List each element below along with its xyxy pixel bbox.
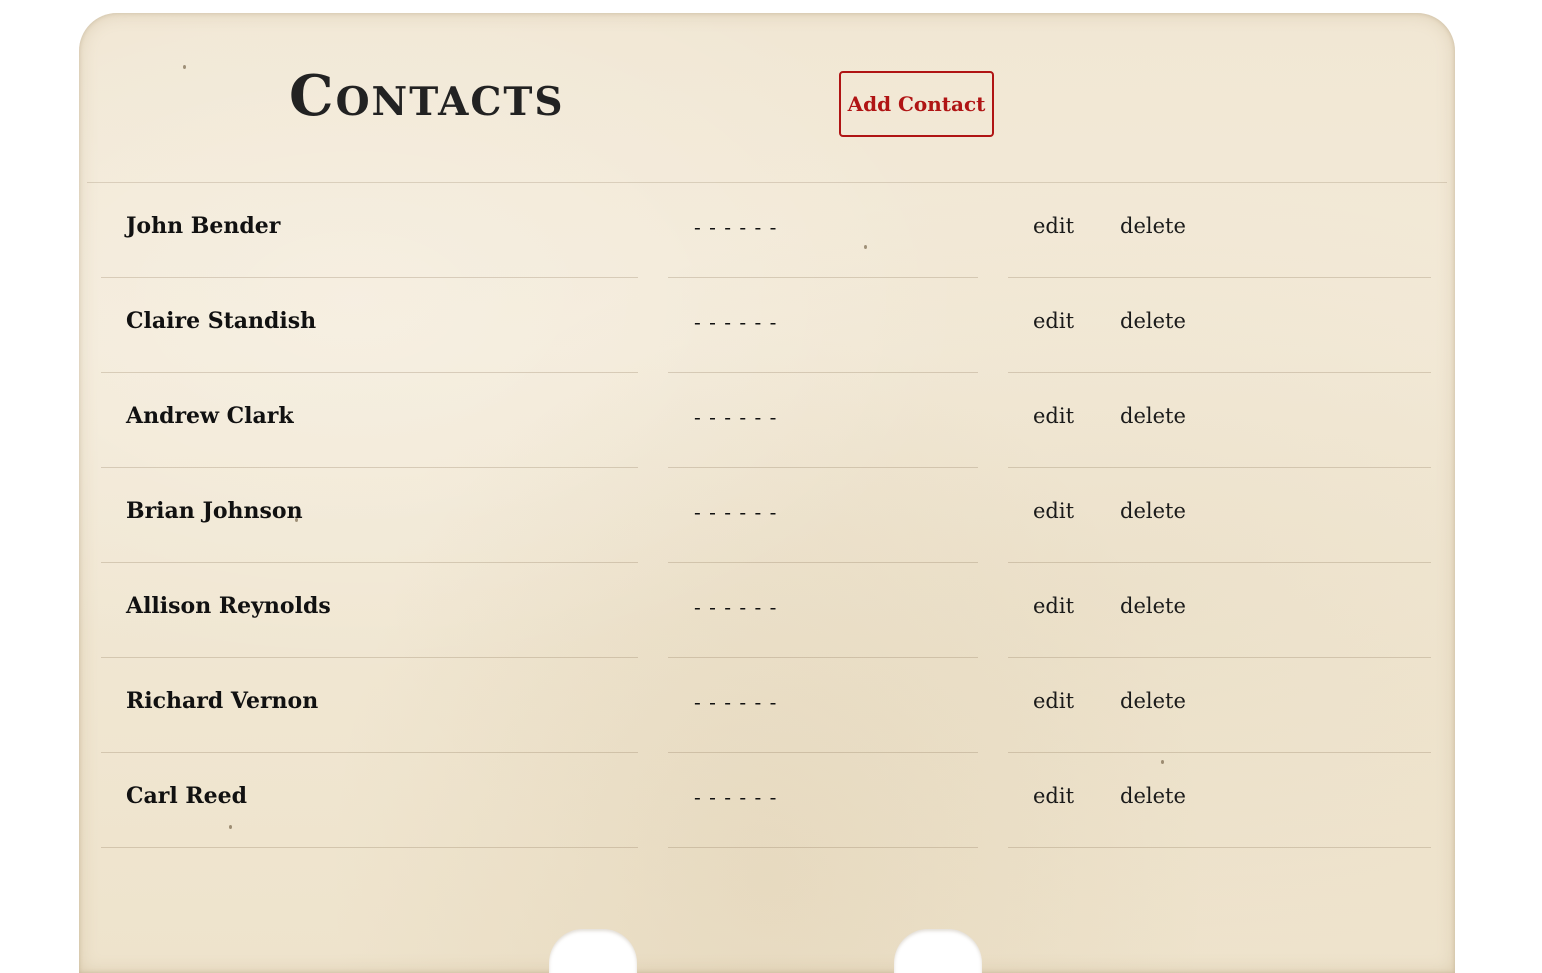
contact-name: John Bender [126, 213, 281, 239]
rolodex-hole-right [894, 929, 982, 973]
delete-link[interactable]: delete [1120, 689, 1186, 713]
contact-phone: - - - - - - [694, 500, 778, 524]
row-divider [668, 847, 978, 848]
contact-phone: - - - - - - [694, 595, 778, 619]
delete-link[interactable]: delete [1120, 784, 1186, 808]
contact-phone: - - - - - - [694, 215, 778, 239]
contact-row: Carl Reed - - - - - - edit delete [79, 753, 1455, 848]
delete-link[interactable]: delete [1120, 499, 1186, 523]
contact-row: John Bender - - - - - - edit delete [79, 183, 1455, 278]
row-divider [1008, 847, 1431, 848]
paper-speck [864, 245, 867, 249]
page-title: Contacts [289, 63, 565, 129]
contact-name: Claire Standish [126, 308, 317, 334]
edit-link[interactable]: edit [1033, 404, 1074, 428]
edit-link[interactable]: edit [1033, 784, 1074, 808]
contact-name: Andrew Clark [126, 403, 294, 429]
contact-name: Brian Johnson [126, 498, 303, 524]
edit-link[interactable]: edit [1033, 309, 1074, 333]
edit-link[interactable]: edit [1033, 689, 1074, 713]
contact-list: John Bender - - - - - - edit delete Clai… [79, 183, 1455, 848]
contact-row: Richard Vernon - - - - - - edit delete [79, 658, 1455, 753]
contact-row: Andrew Clark - - - - - - edit delete [79, 373, 1455, 468]
edit-link[interactable]: edit [1033, 594, 1074, 618]
rolodex-hole-left [549, 929, 637, 973]
contact-name: Richard Vernon [126, 688, 319, 714]
delete-link[interactable]: delete [1120, 594, 1186, 618]
delete-link[interactable]: delete [1120, 214, 1186, 238]
contact-phone: - - - - - - [694, 310, 778, 334]
contact-row: Allison Reynolds - - - - - - edit delete [79, 563, 1455, 658]
paper-speck [229, 825, 232, 829]
add-contact-button[interactable]: Add Contact [839, 71, 994, 137]
delete-link[interactable]: delete [1120, 309, 1186, 333]
contact-phone: - - - - - - [694, 690, 778, 714]
edit-link[interactable]: edit [1033, 499, 1074, 523]
paper-speck [183, 65, 186, 69]
contact-name: Allison Reynolds [126, 593, 331, 619]
edit-link[interactable]: edit [1033, 214, 1074, 238]
contact-phone: - - - - - - [694, 405, 778, 429]
paper-speck [1161, 760, 1164, 764]
delete-link[interactable]: delete [1120, 404, 1186, 428]
contact-name: Carl Reed [126, 783, 248, 809]
contact-phone: - - - - - - [694, 785, 778, 809]
contact-row: Brian Johnson - - - - - - edit delete [79, 468, 1455, 563]
row-divider [101, 847, 638, 848]
contact-row: Claire Standish - - - - - - edit delete [79, 278, 1455, 373]
paper-speck [295, 518, 298, 522]
contact-card: Contacts Add Contact John Bender - - - -… [79, 13, 1455, 973]
